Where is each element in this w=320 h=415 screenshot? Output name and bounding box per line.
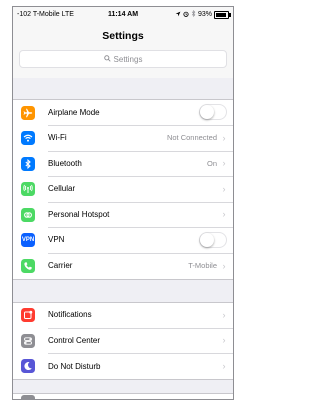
notifications-icon bbox=[21, 308, 35, 323]
hotspot-icon bbox=[21, 207, 35, 222]
row-content: VPN bbox=[48, 227, 233, 254]
toggle-knob bbox=[200, 105, 214, 120]
bluetooth-icon bbox=[21, 156, 35, 171]
vpn-icon: VPN bbox=[21, 233, 35, 248]
connectivity-group: Airplane Mode Wi-Fi Not Connected › Bluetoot… bbox=[13, 99, 233, 280]
row-label: Control Center bbox=[48, 335, 101, 345]
search-field[interactable]: Settings bbox=[19, 50, 227, 68]
cellular-icon bbox=[21, 182, 35, 197]
row-content: Carrier T-Mobile › bbox=[48, 253, 233, 279]
location-icon bbox=[175, 11, 181, 19]
chevron-right-icon: › bbox=[222, 132, 226, 143]
row-value: Not Connected bbox=[166, 133, 217, 143]
chevron-right-icon: › bbox=[222, 361, 226, 372]
general-icon bbox=[21, 395, 35, 399]
row-label: VPN bbox=[48, 235, 65, 245]
status-right: 93% bbox=[175, 9, 231, 19]
settings-row-vpn[interactable]: VPN VPN bbox=[13, 228, 233, 254]
row-value: On bbox=[206, 158, 217, 168]
chevron-right-icon: › bbox=[222, 260, 226, 271]
row-content: Personal Hotspot › bbox=[48, 202, 233, 228]
row-content: Wi-Fi Not Connected › bbox=[48, 125, 233, 152]
settings-row-wi-fi[interactable]: Wi-Fi Not Connected › bbox=[13, 126, 233, 152]
row-content: Do Not Disturb › bbox=[48, 354, 233, 380]
settings-row-personal-hotspot[interactable]: Personal Hotspot › bbox=[13, 202, 233, 228]
toggle-knob bbox=[200, 232, 214, 247]
page-title: Settings bbox=[102, 30, 144, 42]
bluetooth-status-icon bbox=[191, 9, 196, 19]
chevron-right-icon: › bbox=[222, 158, 226, 169]
row-label: Wi-Fi bbox=[48, 133, 67, 143]
settings-row-airplane-mode[interactable]: Airplane Mode bbox=[13, 100, 233, 126]
settings-row-cellular[interactable]: Cellular › bbox=[13, 177, 233, 203]
airplane-icon bbox=[21, 105, 35, 120]
row-value: T-Mobile bbox=[188, 261, 217, 271]
chevron-right-icon: › bbox=[222, 183, 226, 194]
wifi-icon bbox=[21, 131, 35, 146]
chevron-right-icon: › bbox=[222, 335, 226, 346]
alarm-icon bbox=[183, 11, 189, 19]
row-content: Bluetooth On › bbox=[48, 151, 233, 177]
status-bar: -102 T-Mobile LTE 11:14 AM 93% bbox=[13, 7, 233, 23]
chevron-right-icon: › bbox=[222, 309, 226, 320]
phone-screen: -102 T-Mobile LTE 11:14 AM 93% Settings bbox=[12, 6, 234, 400]
row-label: Notifications bbox=[48, 310, 92, 320]
row-content: Notifications › bbox=[48, 302, 233, 329]
phone-icon bbox=[21, 258, 35, 273]
search-icon bbox=[103, 54, 111, 64]
control-center-icon bbox=[21, 333, 35, 348]
settings-row-do-not-disturb[interactable]: Do Not Disturb › bbox=[13, 354, 233, 380]
row-content: Cellular › bbox=[48, 176, 233, 203]
row-label: Carrier bbox=[48, 261, 73, 271]
airplane-mode-toggle[interactable] bbox=[199, 104, 227, 121]
moon-icon bbox=[21, 359, 35, 374]
settings-row-control-center[interactable]: Control Center › bbox=[13, 328, 233, 354]
next-group-peek bbox=[13, 393, 233, 399]
battery-fill bbox=[216, 12, 227, 17]
system-group: Notifications › Control Center › Do Not Dist… bbox=[13, 301, 233, 380]
row-label: Cellular bbox=[48, 184, 76, 194]
chevron-right-icon: › bbox=[222, 209, 226, 220]
row-content: Control Center › bbox=[48, 328, 233, 354]
row-label: Personal Hotspot bbox=[48, 209, 110, 219]
row-label: Do Not Disturb bbox=[48, 361, 101, 371]
vpn-toggle[interactable] bbox=[199, 231, 227, 248]
row-label: Airplane Mode bbox=[48, 107, 100, 117]
battery-icon bbox=[214, 10, 231, 19]
battery-percent: 93% bbox=[197, 11, 212, 18]
settings-row-notifications[interactable]: Notifications › bbox=[13, 303, 233, 329]
settings-row-carrier[interactable]: Carrier T-Mobile › bbox=[13, 253, 233, 279]
settings-row-bluetooth[interactable]: Bluetooth On › bbox=[13, 151, 233, 177]
header: -102 T-Mobile LTE 11:14 AM 93% Settings bbox=[13, 7, 233, 78]
row-content: Airplane Mode bbox=[48, 100, 233, 126]
search-placeholder: Settings bbox=[113, 54, 143, 64]
row-label: Bluetooth bbox=[48, 158, 82, 168]
